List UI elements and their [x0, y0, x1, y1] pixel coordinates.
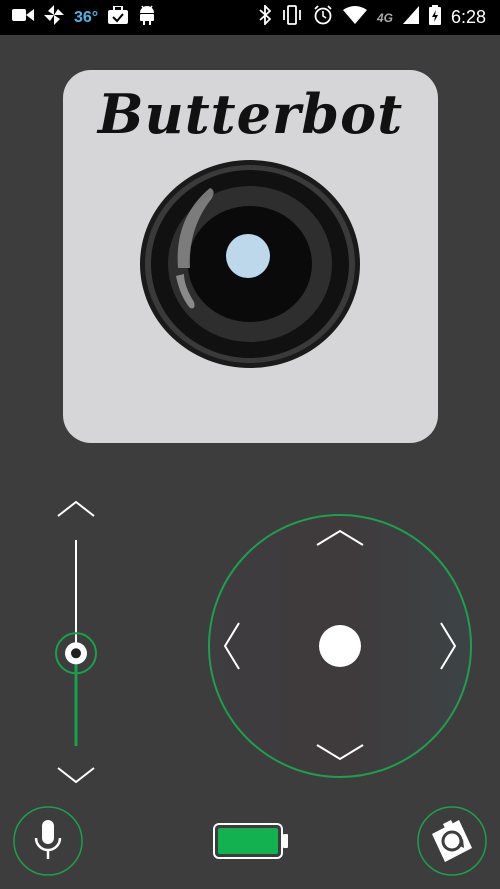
logo-card: Butterbot [63, 70, 438, 443]
pinwheel-icon [44, 5, 64, 30]
vibrate-icon [281, 5, 303, 30]
network-type-text: 4G [376, 10, 393, 25]
bluetooth-icon [259, 3, 272, 30]
battery-charging-icon [428, 5, 441, 30]
camera-reset-button[interactable] [417, 806, 487, 881]
briefcase-check-icon [108, 5, 129, 29]
status-bar-left: 36° [12, 0, 156, 35]
chevron-down-icon[interactable] [56, 766, 96, 791]
signal-icon [402, 6, 419, 29]
app-logo-title: Butterbot [97, 82, 404, 146]
battery-icon [213, 822, 289, 865]
clock-text: 6:28 [450, 7, 486, 27]
microphone-button[interactable] [13, 806, 83, 881]
battery-fill [218, 828, 278, 854]
status-bar-right: 4G 6:28 [259, 0, 486, 35]
status-bar: 36° 4G 6:28 [0, 0, 500, 35]
android-icon [138, 5, 156, 30]
wifi-icon [342, 6, 367, 29]
joystick-knob[interactable] [319, 625, 361, 667]
alarm-icon [313, 5, 333, 30]
camera-lens-icon [138, 158, 362, 375]
temperature-text: 36° [74, 8, 99, 26]
chevron-up-icon[interactable] [56, 498, 96, 523]
joystick[interactable] [207, 513, 473, 784]
video-camera-icon [12, 7, 34, 28]
camera-rotate-icon [432, 820, 472, 862]
microphone-icon [34, 820, 62, 859]
